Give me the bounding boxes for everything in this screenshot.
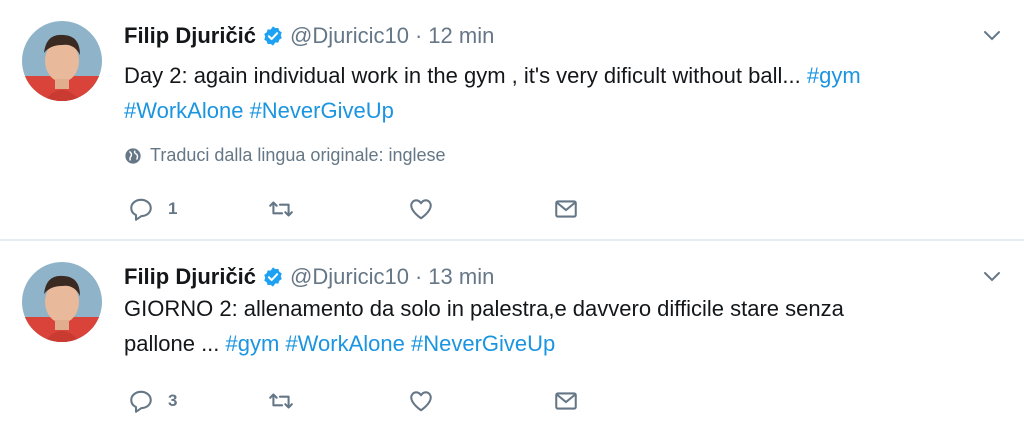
direct-message-button[interactable]	[553, 196, 579, 222]
tweet-header: Filip Djuričić @Djuricic10 · 13 min	[124, 263, 494, 291]
hashtag-link[interactable]: #WorkAlone	[285, 331, 404, 356]
author-handle[interactable]: @Djuricic10	[290, 23, 409, 49]
hashtag-link[interactable]: #NeverGiveUp	[411, 331, 555, 356]
retweet-icon	[269, 393, 293, 409]
reply-icon	[130, 198, 152, 221]
tweet-text-line: pallone ...	[124, 331, 226, 356]
reply-count: 3	[168, 391, 178, 410]
tweet-text-line: GIORNO 2: allenamento da solo in palestr…	[124, 296, 844, 321]
tweet-header: Filip Djuričić @Djuricic10 · 12 min	[124, 22, 494, 50]
hashtag-link[interactable]: #WorkAlone	[124, 98, 243, 123]
tweet-text-line: Day 2: again individual work in the gym …	[124, 63, 807, 88]
envelope-icon	[555, 200, 577, 218]
tweet[interactable]: Filip Djuričić @Djuricic10 · 13 min GIOR…	[0, 241, 1024, 434]
tweet-text: GIORNO 2: allenamento da solo in palestr…	[124, 291, 964, 361]
heart-icon	[410, 391, 432, 412]
chevron-down-icon[interactable]	[982, 26, 1002, 46]
retweet-button[interactable]	[268, 388, 408, 414]
verified-badge-icon	[264, 26, 282, 46]
like-button[interactable]	[408, 196, 553, 222]
verified-badge-icon	[264, 267, 282, 287]
like-button[interactable]	[408, 388, 553, 414]
direct-message-button[interactable]	[553, 388, 579, 414]
tweet-actions: 1	[128, 196, 579, 222]
hashtag-link[interactable]: #gym	[807, 63, 861, 88]
tweet-text: Day 2: again individual work in the gym …	[124, 58, 964, 128]
hashtag-link[interactable]: #NeverGiveUp	[250, 98, 394, 123]
tweet-actions: 3	[128, 388, 579, 414]
avatar[interactable]	[22, 262, 102, 342]
translate-link[interactable]: Traduci dalla lingua originale: inglese	[124, 145, 446, 166]
author-name[interactable]: Filip Djuričić	[124, 23, 256, 49]
retweet-button[interactable]	[268, 196, 408, 222]
reply-button[interactable]: 3	[128, 388, 268, 414]
timestamp[interactable]: 12 min	[428, 23, 494, 49]
author-handle[interactable]: @Djuricic10	[290, 264, 409, 290]
reply-button[interactable]: 1	[128, 196, 268, 222]
avatar[interactable]	[22, 21, 102, 101]
separator: ·	[414, 23, 423, 48]
reply-icon	[130, 390, 152, 413]
globe-icon	[125, 147, 141, 164]
chevron-down-icon[interactable]	[982, 267, 1002, 287]
tweet[interactable]: Filip Djuričić @Djuricic10 · 12 min Day …	[0, 0, 1024, 241]
envelope-icon	[555, 392, 577, 410]
separator: ·	[414, 264, 423, 289]
heart-icon	[410, 199, 432, 220]
translate-label: Traduci dalla lingua originale: inglese	[150, 145, 446, 165]
retweet-icon	[269, 201, 293, 217]
author-name[interactable]: Filip Djuričić	[124, 264, 256, 290]
reply-count: 1	[168, 199, 178, 218]
hashtag-link[interactable]: #gym	[226, 331, 280, 356]
timestamp[interactable]: 13 min	[428, 264, 494, 290]
